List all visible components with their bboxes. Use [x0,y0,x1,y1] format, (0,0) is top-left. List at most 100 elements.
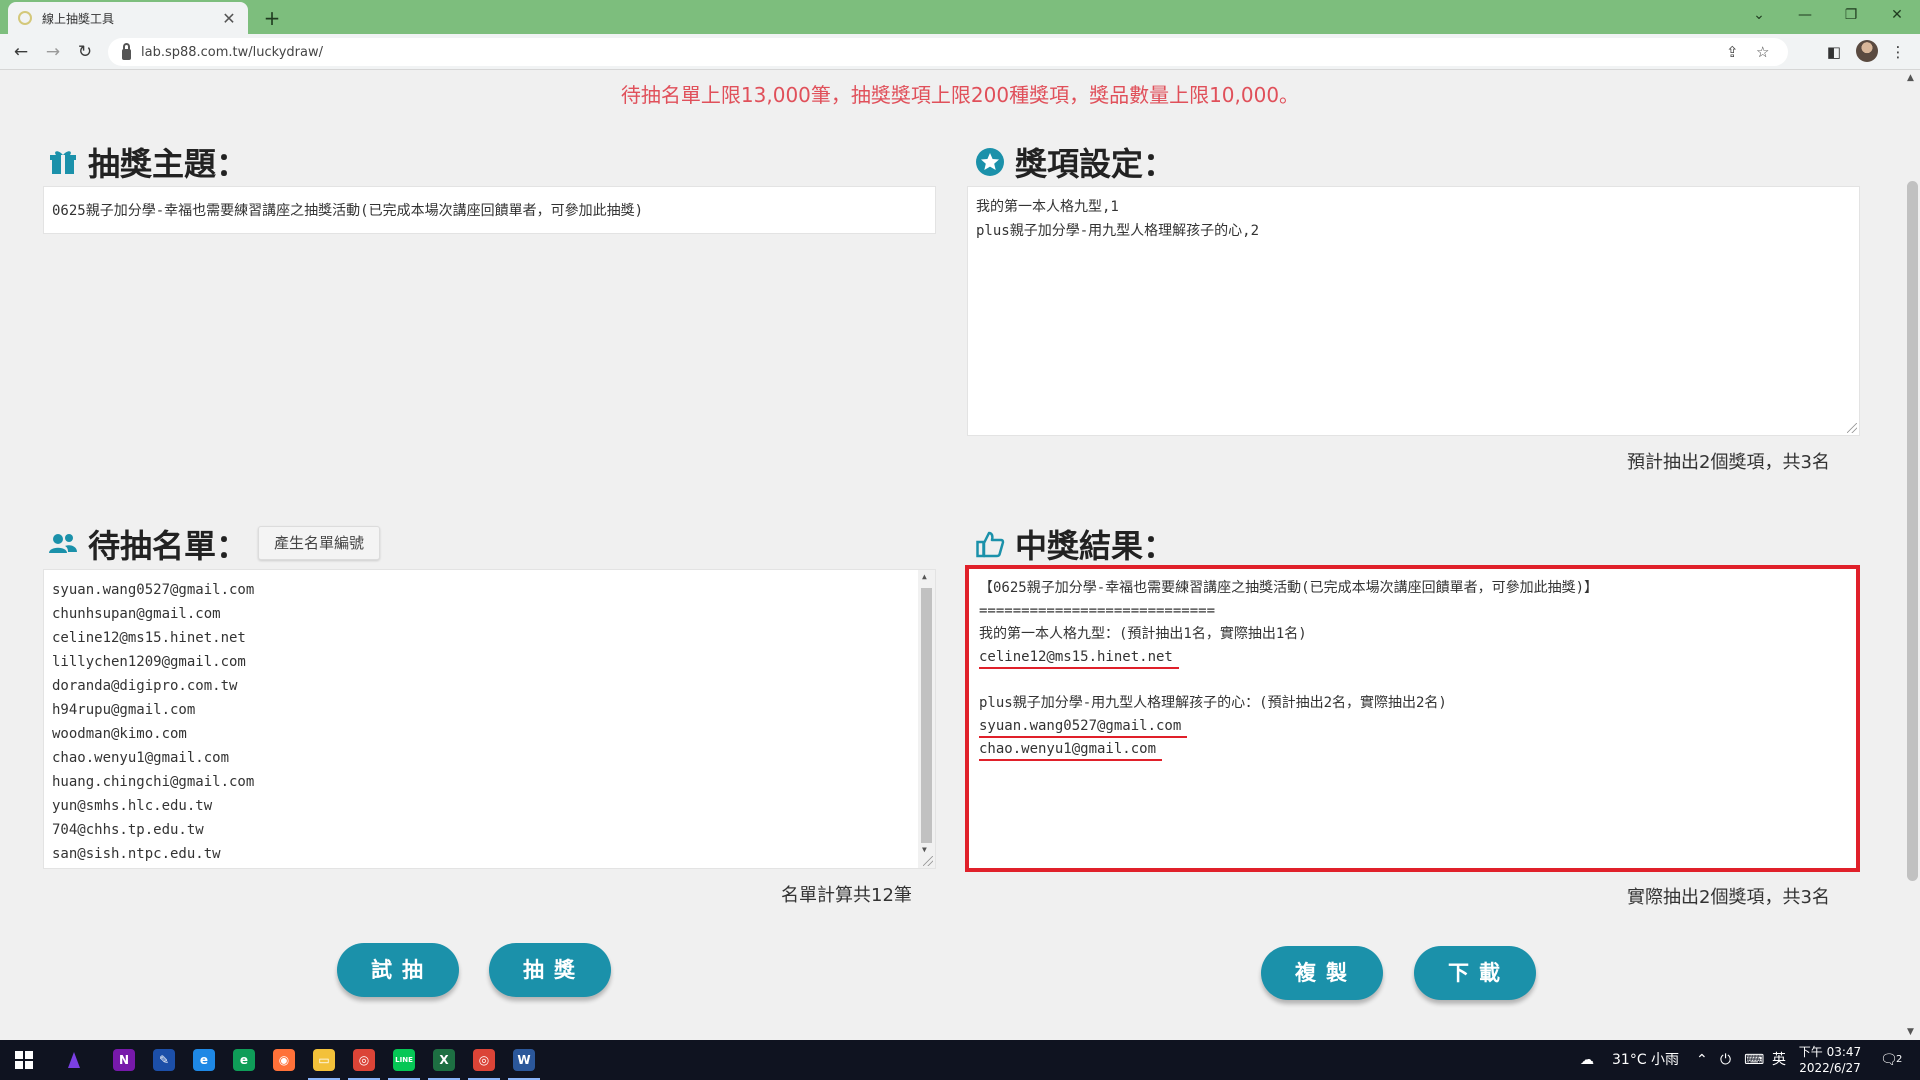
clock-time: 下午 03:47 [1798,1045,1862,1059]
participant-entry: yun@smhs.hlc.edu.tw [52,798,213,814]
network-icon[interactable]: ⏻ [1720,1040,1731,1080]
trial-draw-button[interactable]: 試抽 [337,943,459,997]
prize-line: plus親子加分學-用九型人格理解孩子的心,2 [976,223,1259,239]
tab-title: 線上抽獎工具 [42,11,115,26]
winner-email: celine12@ms15.hinet.net [979,647,1179,669]
prizes-textarea[interactable]: 我的第一本人格九型,1 plus親子加分學-用九型人格理解孩子的心,2 [967,186,1860,436]
page-content: 待抽名單上限13,000筆，抽獎獎項上限200種獎項，獎品數量上限10,000。… [0,71,1920,1039]
winner-entry: syuan.wang0527@gmail.com [979,715,1846,738]
keyboard-icon[interactable]: ⌨ [1744,1040,1764,1080]
topic-heading: 抽獎主題： [48,139,248,185]
file-explorer-icon-glyph: ▭ [313,1049,335,1071]
chrome-2-icon-glyph: ◎ [473,1049,495,1071]
new-tab-button[interactable]: + [258,4,286,32]
taskbar-word-icon[interactable]: W [500,1044,548,1080]
word-icon-glyph: W [513,1049,535,1071]
participant-entry: celine12@ms15.hinet.net [52,630,246,646]
profile-avatar[interactable] [1856,40,1878,62]
participant-entry: lillychen1209@gmail.com [52,654,246,670]
prizes-heading: 獎項設定： [975,139,1175,185]
results-header: 【0625親子加分學-幸福也需要練習講座之抽獎活動(已完成本場次講座回饋單者，可… [979,580,1598,596]
participants-scroll-thumb[interactable] [921,588,932,843]
generate-numbers-button[interactable]: 產生名單編號 [258,526,380,560]
chrome-icon-glyph: ◎ [353,1049,375,1071]
prizes-summary: 預計抽出2個獎項，共3名 [1627,452,1830,473]
topic-input[interactable]: 0625親子加分學-幸福也需要練習講座之抽獎活動(已完成本場次講座回饋單者，可參… [43,186,936,234]
weather-text[interactable]: 31°C 小雨 [1612,1040,1679,1080]
firefox-icon-glyph: ◉ [273,1049,295,1071]
participant-entry: san@sish.ntpc.edu.tw [52,846,221,862]
draw-button[interactable]: 抽獎 [489,943,611,997]
participants-scrollbar[interactable]: ▲ ▼ [918,570,935,868]
download-button[interactable]: 下載 [1414,946,1536,1000]
results-textarea[interactable]: 【0625親子加分學-幸福也需要練習講座之抽獎活動(已完成本場次講座回饋單者，可… [965,565,1860,872]
tray-expand-icon[interactable]: ⌃ [1696,1040,1708,1080]
url-text: lab.sp88.com.tw/luckydraw/ [141,44,323,60]
taskbar-app-purple-icon[interactable] [50,1044,98,1076]
copy-button[interactable]: 複製 [1261,946,1383,1000]
tab-favicon-icon [18,11,32,25]
windows-taskbar: N ✎ e e ◉ ▭ ◎ LINE X ◎ W ☁ 31°C 小雨 ⌃ ⏻ ⌨ 英 下午 03:4… [0,1040,1920,1080]
lock-icon [122,42,131,60]
results-summary: 實際抽出2個獎項，共3名 [1627,887,1830,908]
prize2-label: plus親子加分學-用九型人格理解孩子的心：(預計抽出2名，實際抽出2名) [979,695,1447,711]
address-bar[interactable]: lab.sp88.com.tw/luckydraw/ ☆ ⇪ [108,38,1788,66]
back-arrow-icon[interactable]: ← [8,40,34,64]
ime-indicator[interactable]: 英 [1772,1040,1786,1080]
notification-count: 2 [1896,1054,1903,1065]
tab-search-icon[interactable]: ⌄ [1736,0,1782,30]
kebab-menu-icon[interactable]: ⋮ [1886,40,1910,64]
restore-button[interactable]: ❐ [1828,0,1874,30]
winner-email: syuan.wang0527@gmail.com [979,716,1188,738]
results-title: 中獎結果： [1015,527,1176,565]
winner-entry: celine12@ms15.hinet.net [979,646,1846,669]
participants-title: 待抽名單： [88,527,249,565]
resize-handle-icon[interactable] [1847,423,1857,433]
tab-close-icon[interactable]: ✕ [220,9,238,28]
scroll-down-arrow-icon[interactable]: ▼ [1907,1027,1914,1037]
winner-entry: chao.wenyu1@gmail.com [979,738,1846,761]
participant-entry: syuan.wang0527@gmail.com [52,582,255,598]
page-scroll-thumb[interactable] [1907,181,1918,881]
winner-email: chao.wenyu1@gmail.com [979,739,1163,761]
clock-date: 2022/6/27 [1799,1061,1861,1075]
gift-icon [48,147,78,177]
whiteboard-icon-glyph: ✎ [153,1049,175,1071]
side-panel-icon[interactable]: ◧ [1822,40,1846,64]
topic-input-value: 0625親子加分學-幸福也需要練習講座之抽獎活動(已完成本場次講座回饋單者，可參… [52,203,643,219]
onenote-icon-glyph: N [113,1049,135,1071]
clock[interactable]: 下午 03:47 2022/6/27 [1790,1044,1870,1076]
resize-handle-icon[interactable] [923,856,933,866]
close-window-button[interactable]: ✕ [1874,0,1920,30]
excel-icon-glyph: X [433,1049,455,1071]
participants-textarea[interactable]: syuan.wang0527@gmail.com chunhsupan@gmai… [43,569,936,869]
results-divider: ============================ [979,603,1216,619]
browser-tab[interactable]: 線上抽獎工具 ✕ [8,2,248,34]
participants-count: 名單計算共12筆 [781,885,912,906]
topic-title: 抽獎主題： [88,145,249,183]
participant-entry: doranda@digipro.com.tw [52,678,238,694]
thumbs-up-icon [975,529,1005,559]
prize-line: 我的第一本人格九型,1 [976,199,1119,215]
prize1-label: 我的第一本人格九型：(預計抽出1名，實際抽出1名) [979,626,1307,642]
minimize-button[interactable]: — [1782,0,1828,30]
page-scrollbar[interactable]: ▲ ▼ [1903,71,1920,1039]
participants-heading: 待抽名單： [48,521,248,567]
results-heading: 中獎結果： [975,521,1175,567]
people-icon [48,529,78,559]
share-icon[interactable]: ⇪ [1726,38,1739,66]
browser-tab-strip: 線上抽獎工具 ✕ + ⌄ — ❐ ✕ [0,0,1920,34]
participant-entry: huang.chingchi@gmail.com [52,774,255,790]
star-bookmark-icon[interactable]: ☆ [1756,38,1769,66]
scroll-up-arrow-icon[interactable]: ▲ [1907,73,1914,83]
forward-arrow-icon[interactable]: → [40,40,66,64]
participant-entry: chunhsupan@gmail.com [52,606,221,622]
windows-start-icon[interactable] [0,1044,48,1076]
participant-entry: chao.wenyu1@gmail.com [52,750,230,766]
prizes-title: 獎項設定： [1015,145,1176,183]
participant-entry: woodman@kimo.com [52,726,187,742]
weather-cloud-icon[interactable]: ☁ [1580,1040,1594,1080]
scroll-up-arrow-icon[interactable]: ▲ [922,572,927,581]
reload-icon[interactable]: ↻ [72,40,98,64]
scroll-down-arrow-icon[interactable]: ▼ [922,845,927,854]
